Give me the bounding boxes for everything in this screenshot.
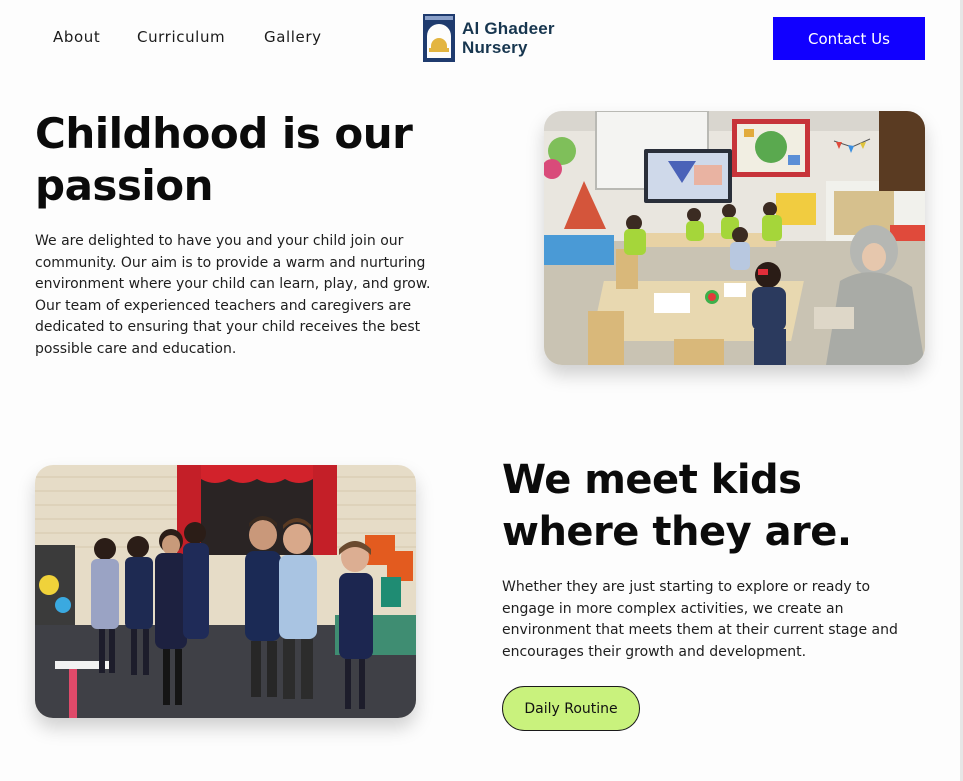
meet-kids-description: Whether they are just starting to explor…	[502, 579, 898, 660]
nav-link-curriculum[interactable]: Curriculum	[137, 28, 264, 46]
nav-link-gallery[interactable]: Gallery	[264, 28, 322, 46]
hero-title: Childhood is our passion	[35, 109, 413, 210]
logo-line-2: Nursery	[462, 38, 528, 57]
logo-line-1: Al Ghadeer	[462, 19, 555, 38]
daily-routine-button[interactable]: Daily Routine	[502, 686, 640, 731]
classroom-photo	[544, 111, 925, 365]
main-nav: About Curriculum Gallery	[53, 28, 322, 46]
meet-kids-title: We meet kids where they are.	[502, 457, 852, 555]
hero-description: We are delighted to have you and your ch…	[35, 233, 431, 357]
children-singing-photo	[35, 465, 416, 718]
contact-us-button[interactable]: Contact Us	[773, 17, 925, 60]
logo-wordmark: Al Ghadeer Nursery	[462, 19, 555, 57]
mosque-dome-logo-icon	[423, 14, 455, 62]
nav-link-about[interactable]: About	[53, 28, 137, 46]
site-logo[interactable]: Al Ghadeer Nursery	[423, 14, 555, 62]
